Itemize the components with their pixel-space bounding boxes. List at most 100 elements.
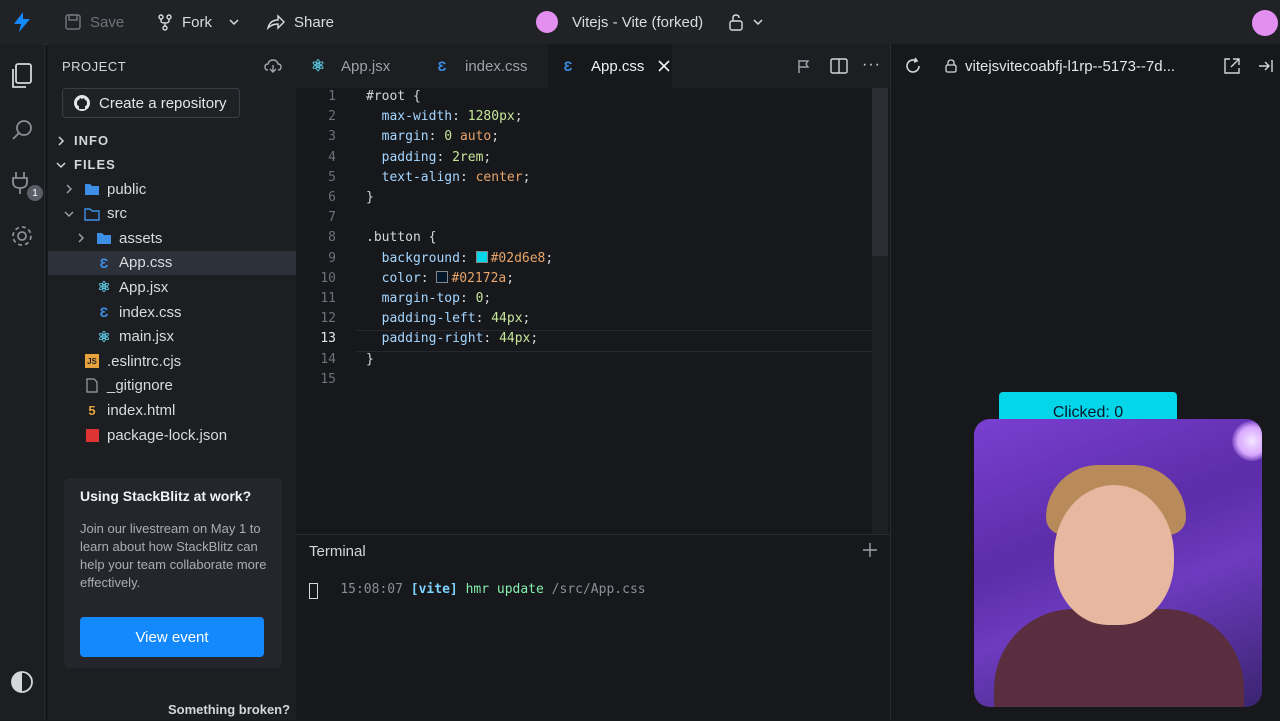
project-avatar: [536, 11, 558, 33]
lamp-glow: [1232, 421, 1262, 461]
react-icon: ⚛: [97, 328, 111, 346]
share-icon: [266, 14, 285, 31]
editor-tabs: ⚛ App.jsx Ɛ index.css Ɛ App.css ···: [296, 44, 890, 88]
code-line: color: #02172a;: [381, 270, 515, 286]
split-view-icon[interactable]: [830, 58, 848, 74]
chevron-down-icon: [64, 209, 78, 219]
sidebar: PROJECT Create a repository INFO FILES p…: [48, 44, 296, 720]
preview-url-bar[interactable]: vitejsvitecoabfj-l1rp--5173--7d...: [945, 52, 1205, 80]
file-tree-label: public: [107, 180, 147, 198]
line-number: 15: [320, 371, 336, 387]
stackblitz-logo-icon[interactable]: [12, 11, 32, 33]
activity-bar: 1: [0, 44, 45, 720]
line-number: 14: [320, 351, 336, 367]
editor-scrollbar[interactable]: [872, 88, 888, 534]
terminal-tag: [vite]: [410, 582, 458, 597]
save-label: Save: [90, 13, 125, 31]
explorer-icon[interactable]: [8, 62, 36, 90]
file-tree-label: App.css: [119, 254, 173, 272]
files-section-label: FILES: [74, 157, 116, 172]
file-tree-item[interactable]: _gitignore: [48, 374, 296, 398]
unlock-icon: [729, 14, 743, 31]
file-tree-label: .eslintrc.cjs: [107, 352, 182, 370]
code-line: }: [366, 351, 374, 367]
file-tree-item[interactable]: assets: [48, 226, 296, 250]
css-file-icon: Ɛ: [99, 304, 109, 320]
css-file-icon: Ɛ: [437, 58, 447, 74]
code-line: padding-right: 44px;: [381, 331, 539, 347]
theme-toggle-icon[interactable]: [8, 668, 36, 696]
search-icon[interactable]: [8, 116, 36, 144]
chevron-right-icon: [64, 184, 78, 194]
tab-app-jsx[interactable]: ⚛ App.jsx: [306, 44, 394, 88]
preview-toolbar: vitejsvitecoabfj-l1rp--5173--7d...: [891, 44, 1280, 88]
share-label: Share: [294, 13, 335, 31]
tab-label: App.jsx: [341, 57, 391, 75]
code-line: margin-top: 0;: [381, 291, 492, 306]
file-tree-item[interactable]: 5 index.html: [48, 398, 296, 422]
line-number: 6: [328, 190, 336, 205]
file-tree-item[interactable]: package-lock.json: [48, 423, 296, 447]
code-line: }: [366, 190, 374, 205]
save-button[interactable]: Save: [64, 0, 124, 44]
code-editor[interactable]: 1 #root {2 max-width: 1280px; 3 margin: 0 …: [296, 88, 890, 534]
sidebar-header: PROJECT: [62, 59, 127, 74]
chevron-down-icon: [229, 19, 239, 26]
info-section-toggle[interactable]: INFO: [56, 133, 109, 148]
line-number: 1: [328, 89, 336, 104]
line-number: 11: [320, 291, 336, 306]
files-section-toggle[interactable]: FILES: [56, 157, 116, 172]
react-icon: ⚛: [310, 58, 326, 75]
file-tree-item[interactable]: Ɛindex.css: [48, 300, 296, 324]
tab-index-css[interactable]: Ɛ index.css: [430, 44, 532, 88]
file-tree-item[interactable]: Ɛ App.css: [48, 250, 296, 275]
terminal-cursor: [309, 583, 318, 599]
save-icon: [65, 14, 81, 30]
view-event-button[interactable]: View event: [80, 617, 264, 657]
line-number: 4: [328, 149, 336, 165]
line-number: 8: [328, 230, 336, 246]
file-tree-item[interactable]: ⚛ App.jsx: [48, 275, 296, 299]
code-line: margin: 0 auto;: [381, 129, 500, 145]
share-button[interactable]: Share: [266, 0, 334, 44]
github-icon: [74, 95, 90, 111]
gear-icon[interactable]: [8, 222, 36, 250]
cloud-download-icon[interactable]: [264, 58, 282, 74]
chevron-down-icon: [753, 19, 763, 26]
file-tree-label: package-lock.json: [107, 426, 228, 444]
close-panel-icon[interactable]: [1257, 57, 1275, 75]
js-file-icon: JS: [84, 353, 100, 369]
create-repository-button[interactable]: Create a repository: [62, 88, 240, 118]
user-avatar[interactable]: [1252, 10, 1278, 36]
code-line: .button {: [366, 230, 437, 246]
file-tree-item[interactable]: public: [48, 177, 296, 201]
tab-app-css[interactable]: Ɛ App.css: [548, 44, 672, 88]
something-broken-link[interactable]: Something broken?: [168, 702, 290, 717]
chevron-right-icon: [76, 233, 90, 243]
file-tree-label: index.html: [107, 401, 176, 419]
preview-url: vitejsvitecoabfj-l1rp--5173--7d...: [965, 57, 1176, 75]
terminal-panel[interactable]: Terminal 15:08:07 [vite] hmr update /src…: [296, 534, 890, 721]
file-tree-item[interactable]: src: [48, 202, 296, 226]
close-icon[interactable]: [658, 60, 670, 72]
file-tree-item[interactable]: JS .eslintrc.cjs: [48, 349, 296, 373]
fork-button[interactable]: Fork: [156, 0, 212, 44]
fork-dropdown-button[interactable]: [228, 0, 240, 44]
visibility-toggle[interactable]: [728, 0, 764, 44]
editor-scrollbar-thumb[interactable]: [872, 88, 888, 256]
line-number: 2: [328, 109, 336, 125]
open-external-icon[interactable]: [1223, 57, 1241, 75]
project-title-menu[interactable]: Vitejs - Vite (forked): [536, 0, 703, 44]
more-options-icon[interactable]: ···: [862, 56, 881, 74]
file-tree-item[interactable]: ⚛ main.jsx: [48, 325, 296, 349]
file-tree-label: src: [107, 205, 127, 223]
terminal-time: 15:08:07: [340, 582, 403, 597]
folder-icon: [84, 181, 100, 197]
add-terminal-icon[interactable]: [862, 542, 878, 558]
line-number: 10: [320, 270, 336, 286]
tab-label: index.css: [465, 57, 528, 75]
react-icon: ⚛: [97, 279, 111, 297]
code-line: background: #02d6e8;: [381, 250, 554, 266]
flag-icon[interactable]: [796, 58, 812, 74]
reload-icon[interactable]: [903, 56, 923, 76]
